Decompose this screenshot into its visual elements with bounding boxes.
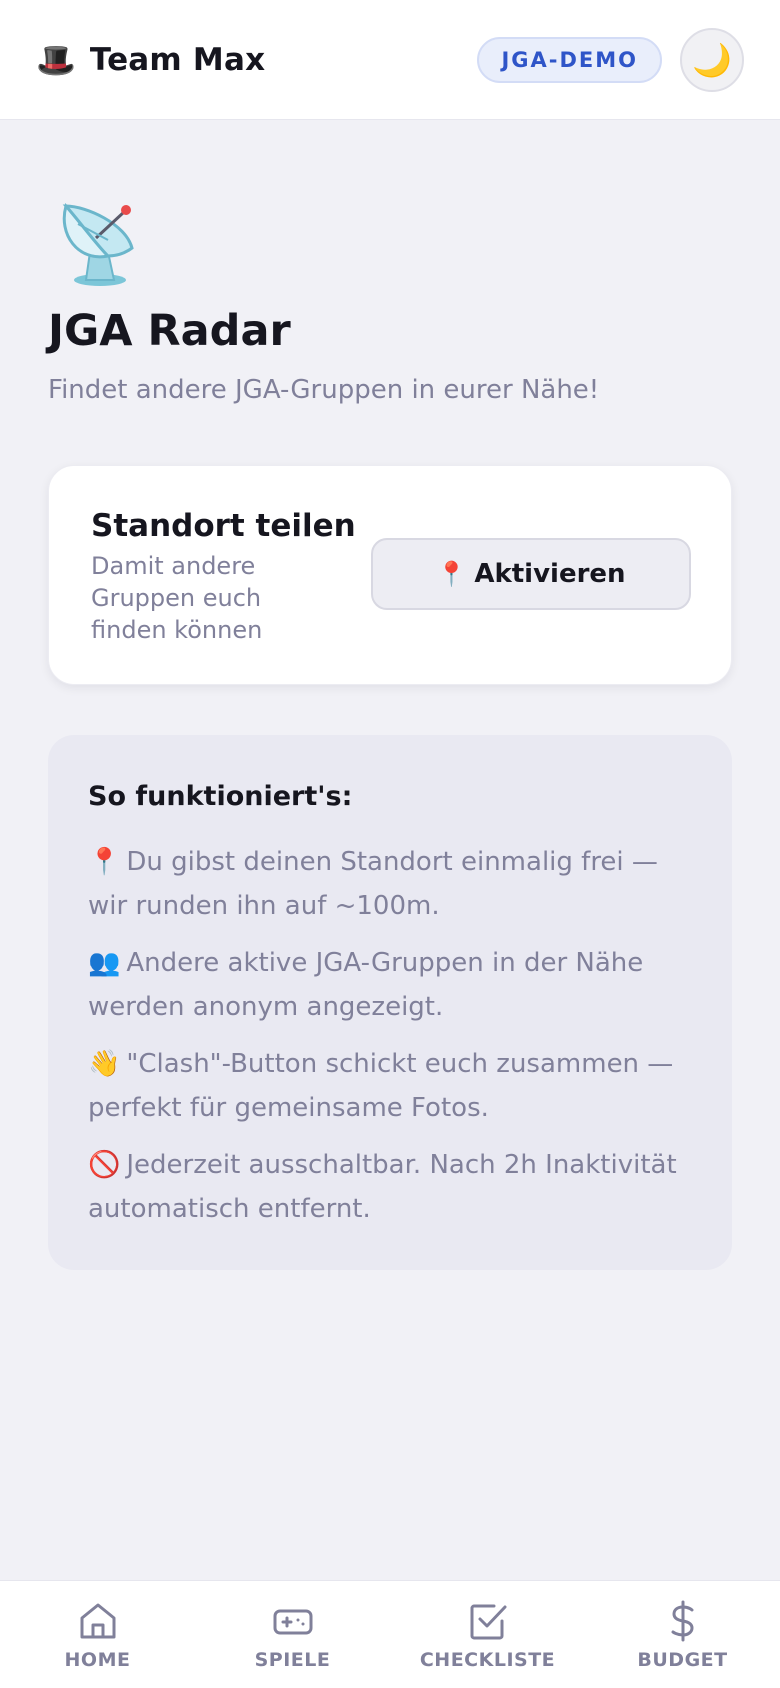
- satellite-dish-icon: [62, 202, 134, 286]
- list-item: 🚫 Jederzeit ausschaltbar. Nach 2h Inaktiv…: [88, 1143, 698, 1231]
- list-item-text: Du gibst deinen Standort einmalig frei —…: [88, 847, 658, 921]
- share-location-description: Damit andere Gruppen euch finden können: [91, 552, 263, 644]
- waving-hand-icon: 👋: [88, 1049, 121, 1079]
- demo-badge[interactable]: JGA-DEMO: [477, 36, 662, 83]
- dollar-icon: [671, 1600, 693, 1641]
- activate-button-label: Aktivieren: [474, 559, 626, 589]
- nav-item-spiele[interactable]: SPIELE: [213, 1599, 373, 1671]
- list-item-text: "Clash"-Button schickt euch zusammen — p…: [88, 1049, 674, 1123]
- list-item-text: Andere aktive JGA-Gruppen in der Nähe we…: [88, 948, 644, 1022]
- top-hat-icon: 🎩: [36, 40, 76, 79]
- bottom-navigation: HOME SPIELE CHECKLISTE BUDGET: [0, 1580, 780, 1688]
- header-actions: JGA-DEMO 🌙: [477, 27, 744, 92]
- nav-label: BUDGET: [637, 1648, 728, 1671]
- activate-button[interactable]: 📍 Aktivieren: [371, 538, 691, 610]
- nav-item-budget[interactable]: BUDGET: [603, 1599, 763, 1671]
- page-title: JGA Radar: [48, 306, 291, 356]
- list-item: 📍 Du gibst deinen Standort einmalig frei …: [88, 840, 698, 928]
- nav-label: HOME: [64, 1648, 131, 1671]
- nav-item-checkliste[interactable]: CHECKLISTE: [408, 1599, 568, 1671]
- prohibited-icon: 🚫: [88, 1150, 121, 1180]
- list-item-text: Jederzeit ausschaltbar. Nach 2h Inaktivi…: [88, 1150, 677, 1224]
- home-icon: [80, 1603, 115, 1638]
- nav-item-home[interactable]: HOME: [18, 1599, 178, 1671]
- list-item: 👋 "Clash"-Button schickt euch zusammen — …: [88, 1042, 698, 1130]
- share-location-card: Standort teilen Damit andere Gruppen euc…: [48, 465, 732, 685]
- share-location-title: Standort teilen: [91, 508, 356, 544]
- page-subtitle: Findet andere JGA-Gruppen in eurer Nähe!: [48, 375, 600, 405]
- how-it-works-title: So funktioniert's:: [88, 781, 353, 812]
- moon-icon: 🌙: [692, 40, 732, 79]
- theme-toggle-button[interactable]: 🌙: [680, 27, 744, 92]
- checkbox-icon: [470, 1604, 506, 1639]
- how-it-works-list: 📍 Du gibst deinen Standort einmalig frei …: [88, 840, 698, 1244]
- gamepad-icon: [273, 1609, 312, 1634]
- people-icon: 👥: [88, 948, 121, 978]
- team-name: Team Max: [89, 41, 266, 78]
- nav-label: CHECKLISTE: [419, 1648, 556, 1671]
- how-it-works-card: So funktioniert's: 📍 Du gibst deinen Stan…: [48, 735, 732, 1270]
- pin-icon: 📍: [88, 847, 121, 877]
- list-item: 👥 Andere aktive JGA-Gruppen in der Nähe w…: [88, 941, 698, 1029]
- brand: 🎩 Team Max: [36, 42, 265, 78]
- pin-icon: 📍: [436, 560, 467, 588]
- app-header: 🎩 Team Max JGA-DEMO 🌙: [0, 0, 780, 120]
- nav-label: SPIELE: [254, 1648, 331, 1671]
